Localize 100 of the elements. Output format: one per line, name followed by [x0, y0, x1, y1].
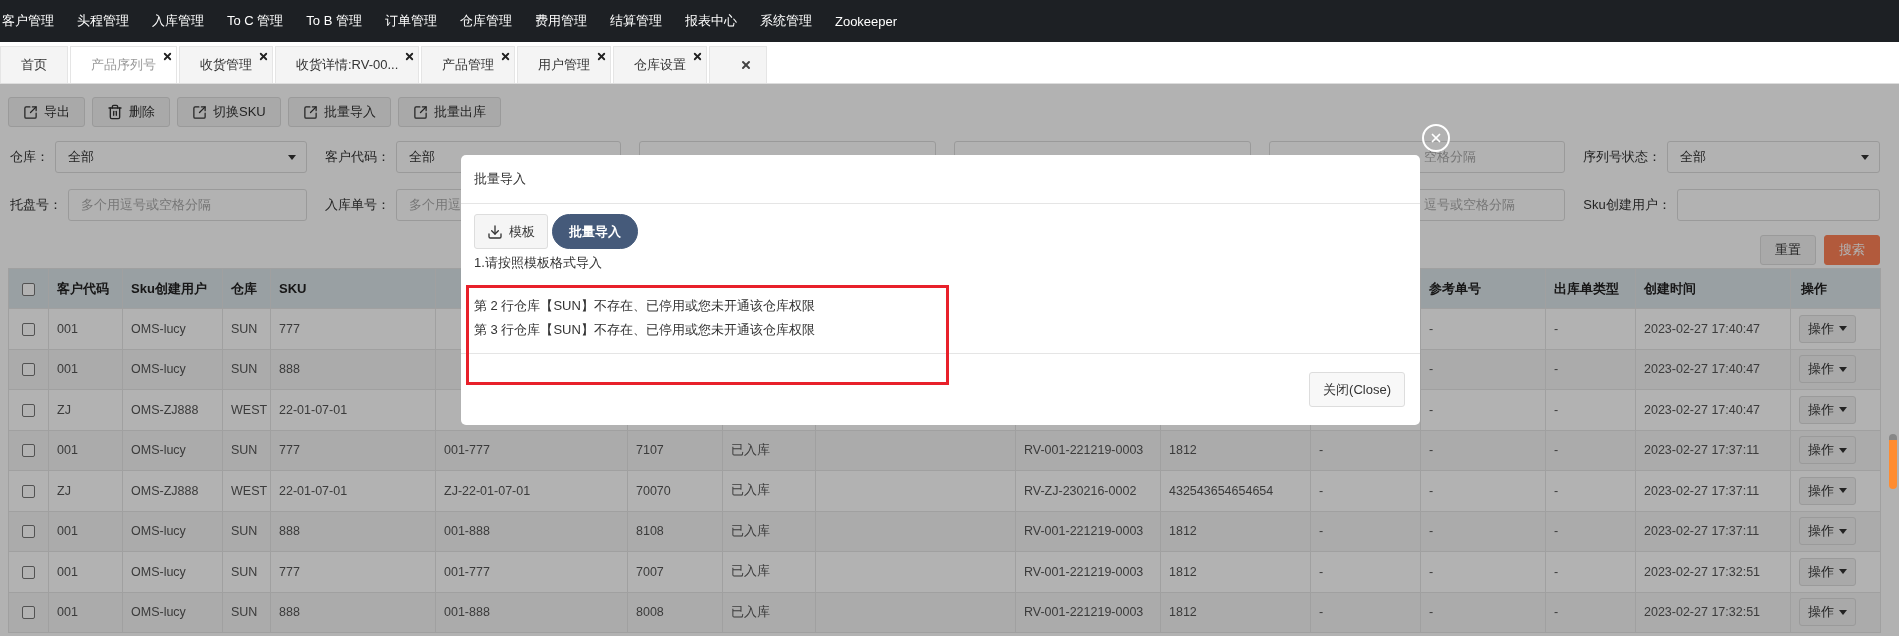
action-dropdown-button[interactable]: 操作: [1799, 436, 1856, 465]
table-cell: 1812: [1169, 524, 1197, 539]
toolbar-button[interactable]: 批量出库: [397, 97, 501, 127]
column-header: 参考单号: [1429, 280, 1481, 296]
table-cell: SUN: [231, 321, 258, 336]
page-tab[interactable]: 仓库设置: [613, 46, 708, 83]
row-checkbox[interactable]: [22, 484, 35, 498]
action-dropdown-button[interactable]: 操作: [1799, 395, 1856, 424]
nav-menu-item[interactable]: Zookeeper: [831, 13, 914, 29]
nav-menu-item[interactable]: To B 管理: [303, 12, 378, 30]
table-cell: -: [1554, 443, 1559, 458]
nav-menu-item[interactable]: 订单管理: [381, 12, 453, 30]
error-message: 第 3 行仓库【SUN】不存在、已停用或您未开通该仓库权限: [474, 321, 816, 339]
select-field[interactable]: 全部: [1667, 141, 1880, 173]
table-cell: -: [1319, 564, 1324, 579]
table-cell: -: [1319, 524, 1324, 539]
dialog-title: 批量导入: [474, 170, 526, 188]
column-header: 仓库: [231, 280, 257, 296]
toolbar-button[interactable]: 删除: [92, 97, 170, 127]
page-tab[interactable]: 收货详情:RV-00...: [275, 46, 420, 83]
action-dropdown-button[interactable]: 操作: [1799, 557, 1856, 586]
table-cell: OMS-lucy: [131, 443, 186, 458]
table-cell: SUN: [231, 362, 258, 377]
select-field[interactable]: 全部: [55, 141, 307, 173]
table-cell: SUN: [231, 524, 258, 539]
share-icon: [192, 104, 207, 120]
action-dropdown-button[interactable]: 操作: [1799, 355, 1856, 384]
trash-icon: [107, 104, 123, 120]
row-checkbox[interactable]: [22, 444, 35, 458]
table-cell: -: [1429, 524, 1434, 539]
table-cell: 001: [57, 321, 78, 336]
page-tab[interactable]: 首页: [0, 46, 68, 83]
row-checkbox[interactable]: [22, 403, 35, 417]
table-cell: 001-888: [444, 605, 490, 620]
table-cell: ZJ: [57, 402, 71, 417]
table-cell: -: [1429, 362, 1434, 377]
close-icon[interactable]: [162, 51, 173, 62]
caret-icon: [1861, 154, 1869, 160]
row-checkbox[interactable]: [22, 363, 35, 377]
table-cell: 2023-02-27 17:32:51: [1644, 605, 1761, 620]
nav-menu-item[interactable]: 入库管理: [149, 12, 220, 30]
row-checkbox[interactable]: [22, 322, 35, 336]
column-header: 出库单类型: [1554, 280, 1619, 296]
row-checkbox[interactable]: [22, 525, 35, 539]
select-all-checkbox[interactable]: [22, 283, 35, 297]
table-cell: 8008: [636, 605, 664, 620]
table-cell: 已入库: [731, 483, 770, 498]
caret-icon: [1839, 407, 1847, 413]
close-icon[interactable]: [596, 51, 608, 62]
action-dropdown-button[interactable]: 操作: [1799, 476, 1856, 505]
table-cell: 已入库: [731, 604, 770, 619]
close-icon[interactable]: [500, 51, 512, 62]
nav-menu-item[interactable]: 结算管理: [606, 12, 678, 30]
template-button[interactable]: 模板: [474, 214, 548, 249]
row-checkbox[interactable]: [22, 606, 35, 620]
column-header: 客户代码: [57, 280, 109, 296]
reset-button[interactable]: 重置: [1760, 235, 1816, 265]
table-cell: RV-ZJ-230216-0002: [1024, 483, 1137, 498]
close-button[interactable]: 关闭(Close): [1309, 372, 1405, 407]
close-icon[interactable]: [692, 51, 704, 62]
import-button[interactable]: 批量导入: [552, 214, 638, 249]
page-tab[interactable]: 产品管理: [421, 46, 516, 83]
action-dropdown-button[interactable]: 操作: [1799, 598, 1856, 627]
toolbar-button[interactable]: 导出: [8, 97, 85, 127]
close-icon[interactable]: [404, 51, 416, 62]
table-cell: 777: [279, 564, 300, 579]
nav-menu-item[interactable]: 客户管理: [0, 12, 70, 30]
table-cell: 8108: [636, 524, 664, 539]
table-cell: 7007: [636, 564, 664, 579]
nav-menu-item[interactable]: To C 管理: [224, 12, 300, 30]
nav-menu-item[interactable]: 费用管理: [531, 12, 603, 30]
filter-label: 序列号状态：: [1583, 148, 1662, 166]
nav-menu-item[interactable]: 仓库管理: [456, 12, 528, 30]
page-tab[interactable]: 用户管理: [517, 46, 612, 83]
toolbar-button[interactable]: 切换SKU: [177, 97, 281, 127]
caret-icon: [287, 154, 296, 160]
scrollbar-thumb[interactable]: [1889, 434, 1897, 489]
table-cell: OMS-lucy: [131, 605, 186, 620]
table-cell: 70070: [636, 483, 671, 498]
caret-icon: [1839, 609, 1847, 615]
table-cell: 432543654654654: [1169, 483, 1274, 498]
row-checkbox[interactable]: [22, 565, 35, 579]
nav-menu-item[interactable]: 头程管理: [74, 12, 145, 30]
action-dropdown-button[interactable]: 操作: [1799, 314, 1856, 343]
share-icon: [302, 104, 318, 120]
table-cell: 001: [57, 362, 78, 377]
table-cell: 888: [279, 605, 300, 620]
nav-menu-item[interactable]: 报表中心: [681, 12, 753, 30]
column-header: Sku创建用户: [131, 280, 207, 296]
nav-menu-item[interactable]: 系统管理: [756, 12, 828, 30]
table-cell: OMS-lucy: [131, 564, 186, 579]
page-tab[interactable]: 收货管理: [179, 46, 273, 83]
toolbar-button[interactable]: 批量导入: [287, 97, 391, 127]
table-cell: WEST: [231, 483, 268, 498]
action-dropdown-button[interactable]: 操作: [1799, 517, 1856, 546]
input-field[interactable]: [1676, 189, 1880, 221]
close-button[interactable]: [1422, 124, 1450, 152]
table-cell: 001-888: [444, 524, 490, 539]
error-message: 第 2 行仓库【SUN】不存在、已停用或您未开通该仓库权限: [474, 297, 816, 315]
close-icon[interactable]: [258, 51, 269, 62]
